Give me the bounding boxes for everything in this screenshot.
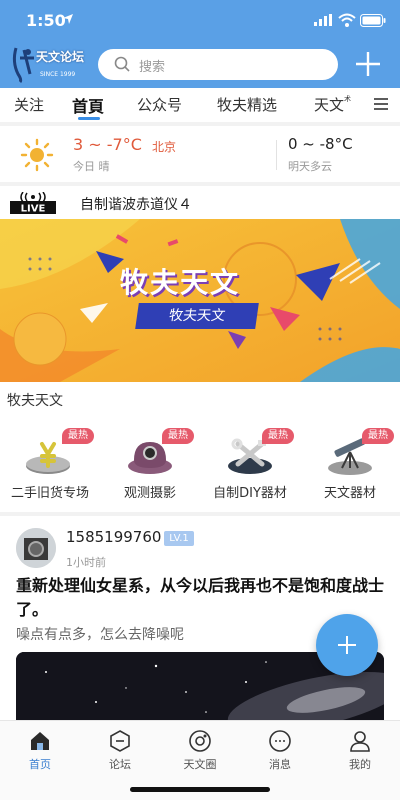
live-item[interactable]: LIVE 自制谐波赤道仪４ xyxy=(0,186,400,220)
live-icon: LIVE xyxy=(10,192,56,214)
location-arrow-icon xyxy=(63,14,73,24)
category-label: 二手旧货专场 xyxy=(10,486,89,501)
weather-card[interactable]: 3 ~ -7°C 北京 今日 晴 0 ~ -8°C 明天多云 xyxy=(0,126,400,182)
profile-icon xyxy=(350,731,370,752)
forum-categories-section: 牧夫天文 最热 二手旧货专场 最热 观测摄影 最热 自制DIY器材 最热 天文器… xyxy=(0,382,400,512)
nav-label: 论坛 xyxy=(109,758,131,771)
weather-city: 北京 xyxy=(152,140,177,154)
hot-badge: 最热 xyxy=(362,428,394,444)
search-placeholder: 搜索 xyxy=(139,60,166,75)
nav-label: 天文圈 xyxy=(183,758,217,771)
nav-profile[interactable]: 我的 xyxy=(320,727,400,777)
sun-icon xyxy=(20,138,54,172)
nav-label: 我的 xyxy=(349,758,371,771)
create-post-button[interactable] xyxy=(316,614,378,676)
level-badge: LV.1 xyxy=(164,531,194,546)
astronomy-circle-icon xyxy=(189,730,211,752)
avatar-image xyxy=(16,528,56,568)
nav-home[interactable]: 首页 xyxy=(0,727,80,777)
category-observation-photography[interactable]: 最热 观测摄影 xyxy=(100,428,200,508)
forum-icon xyxy=(110,730,130,752)
weather-divider xyxy=(276,140,277,170)
logo-since: SINCE 1999 xyxy=(40,71,76,78)
tab-astronomy-suffix: 术 xyxy=(344,95,352,103)
app-header: 1:50 天文论坛 SINCE 1999 搜索 xyxy=(0,0,400,88)
category-second-hand[interactable]: 最热 二手旧货专场 xyxy=(0,428,100,508)
menu-icon[interactable] xyxy=(374,98,388,110)
tab-astronomy-label: 天文 xyxy=(314,96,345,114)
hot-badge: 最热 xyxy=(162,428,194,444)
search-icon xyxy=(114,56,130,72)
hot-badge: 最热 xyxy=(62,428,94,444)
nav-forum[interactable]: 论坛 xyxy=(80,727,160,777)
today-weather-desc: 今日 晴 xyxy=(73,160,110,173)
avatar[interactable] xyxy=(16,528,56,568)
category-label: 天文器材 xyxy=(323,486,376,501)
nav-astronomy-circle[interactable]: 天文圈 xyxy=(160,727,240,777)
status-time: 1:50 xyxy=(26,11,66,30)
active-tab-indicator xyxy=(78,117,100,120)
nav-label: 消息 xyxy=(269,758,291,771)
category-label: 自制DIY器材 xyxy=(213,486,287,501)
banner-subtitle: 牧夫天文 xyxy=(135,303,259,329)
top-tabs: 关注 首頁 公众号 牧夫精选 天文术 xyxy=(0,88,400,122)
tab-astronomy[interactable]: 天文术 xyxy=(314,94,351,115)
status-bar: 1:50 xyxy=(0,0,400,40)
nav-messages[interactable]: 消息 xyxy=(240,727,320,777)
home-indicator xyxy=(130,787,270,792)
today-temperature: 3 ~ -7°C xyxy=(73,135,142,154)
banner-title: 牧夫天文 xyxy=(120,266,241,299)
tab-official-accounts[interactable]: 公众号 xyxy=(137,94,182,115)
tomorrow-temperature: 0 ~ -8°C xyxy=(288,135,353,153)
signal-icon xyxy=(314,14,332,26)
post-title[interactable]: 重新处理仙女星系，从今以后我再也不是饱和度战士了。 xyxy=(16,574,388,622)
live-badge-text: LIVE xyxy=(21,204,46,215)
category-astronomy-equipment[interactable]: 最热 天文器材 xyxy=(300,428,400,508)
post-time: 1小时前 xyxy=(66,556,106,569)
battery-icon xyxy=(360,14,386,27)
tomorrow-weather-desc: 明天多云 xyxy=(288,160,332,173)
home-icon xyxy=(31,732,49,750)
post-body: 噪点有点多，怎么去降噪呢 xyxy=(16,627,184,643)
wifi-icon xyxy=(338,13,356,27)
app-logo[interactable]: 天文论坛 SINCE 1999 xyxy=(10,44,88,84)
post-username[interactable]: 1585199760 xyxy=(66,528,161,546)
logo-emblem-icon xyxy=(12,47,34,84)
nav-label: 首页 xyxy=(29,758,51,771)
category-diy-equipment[interactable]: 最热 自制DIY器材 xyxy=(200,428,300,508)
section-title: 牧夫天文 xyxy=(7,393,63,409)
live-title: 自制谐波赤道仪４ xyxy=(80,197,192,213)
tab-featured[interactable]: 牧夫精选 xyxy=(217,94,277,115)
tab-home[interactable]: 首頁 xyxy=(72,93,104,117)
logo-text: 天文论坛 xyxy=(36,50,85,64)
category-label: 观测摄影 xyxy=(123,486,176,501)
search-input[interactable]: 搜索 xyxy=(98,49,338,80)
tab-follow[interactable]: 关注 xyxy=(14,94,44,115)
plus-icon xyxy=(338,636,356,654)
add-icon[interactable] xyxy=(354,50,382,78)
hot-badge: 最热 xyxy=(262,428,294,444)
message-icon xyxy=(269,730,291,752)
